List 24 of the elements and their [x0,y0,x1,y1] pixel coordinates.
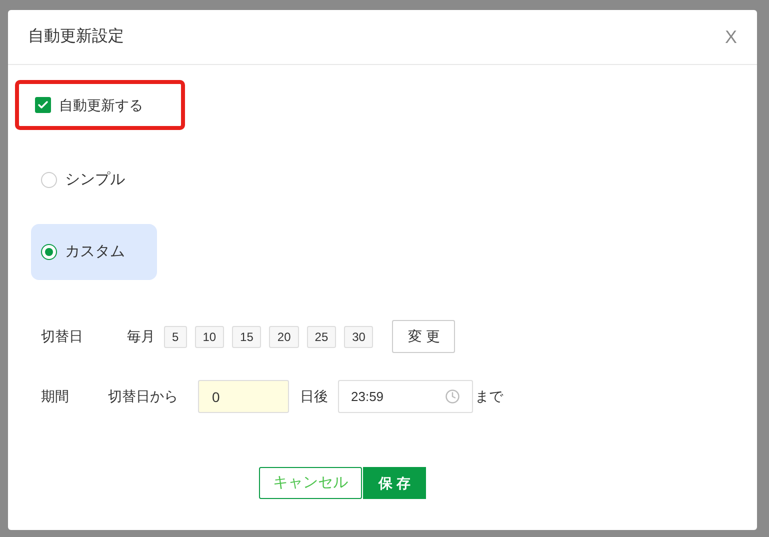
save-button[interactable]: 保 存 [363,467,426,499]
days-input[interactable]: 0 [198,380,289,413]
close-button[interactable]: X [724,24,737,50]
day-chip[interactable]: 10 [194,326,224,348]
time-field[interactable]: 23:59 [338,380,473,413]
day-chip[interactable]: 25 [306,326,336,348]
clock-icon [445,389,460,404]
checkbox-label: 自動更新する [59,96,143,114]
field-label: 切替日から [108,387,179,406]
day-chip[interactable]: 5 [164,326,187,348]
field-label: まで [475,387,503,406]
change-button[interactable]: 変 更 [392,320,456,353]
check-icon [37,99,49,111]
field-label: 毎月 [127,327,155,346]
dialog-title: 自動更新設定 [28,26,124,47]
checkbox[interactable] [35,97,51,113]
day-chip[interactable]: 30 [344,326,374,348]
field-label: 日後 [300,387,328,406]
radio-option[interactable]: カスタム [31,224,157,280]
day-chip[interactable]: 15 [232,326,262,348]
radio-option[interactable]: シンプル [31,152,157,208]
field-label: 期間 [41,387,70,406]
day-chip[interactable]: 20 [269,326,299,348]
field-label: 切替日 [41,327,84,346]
